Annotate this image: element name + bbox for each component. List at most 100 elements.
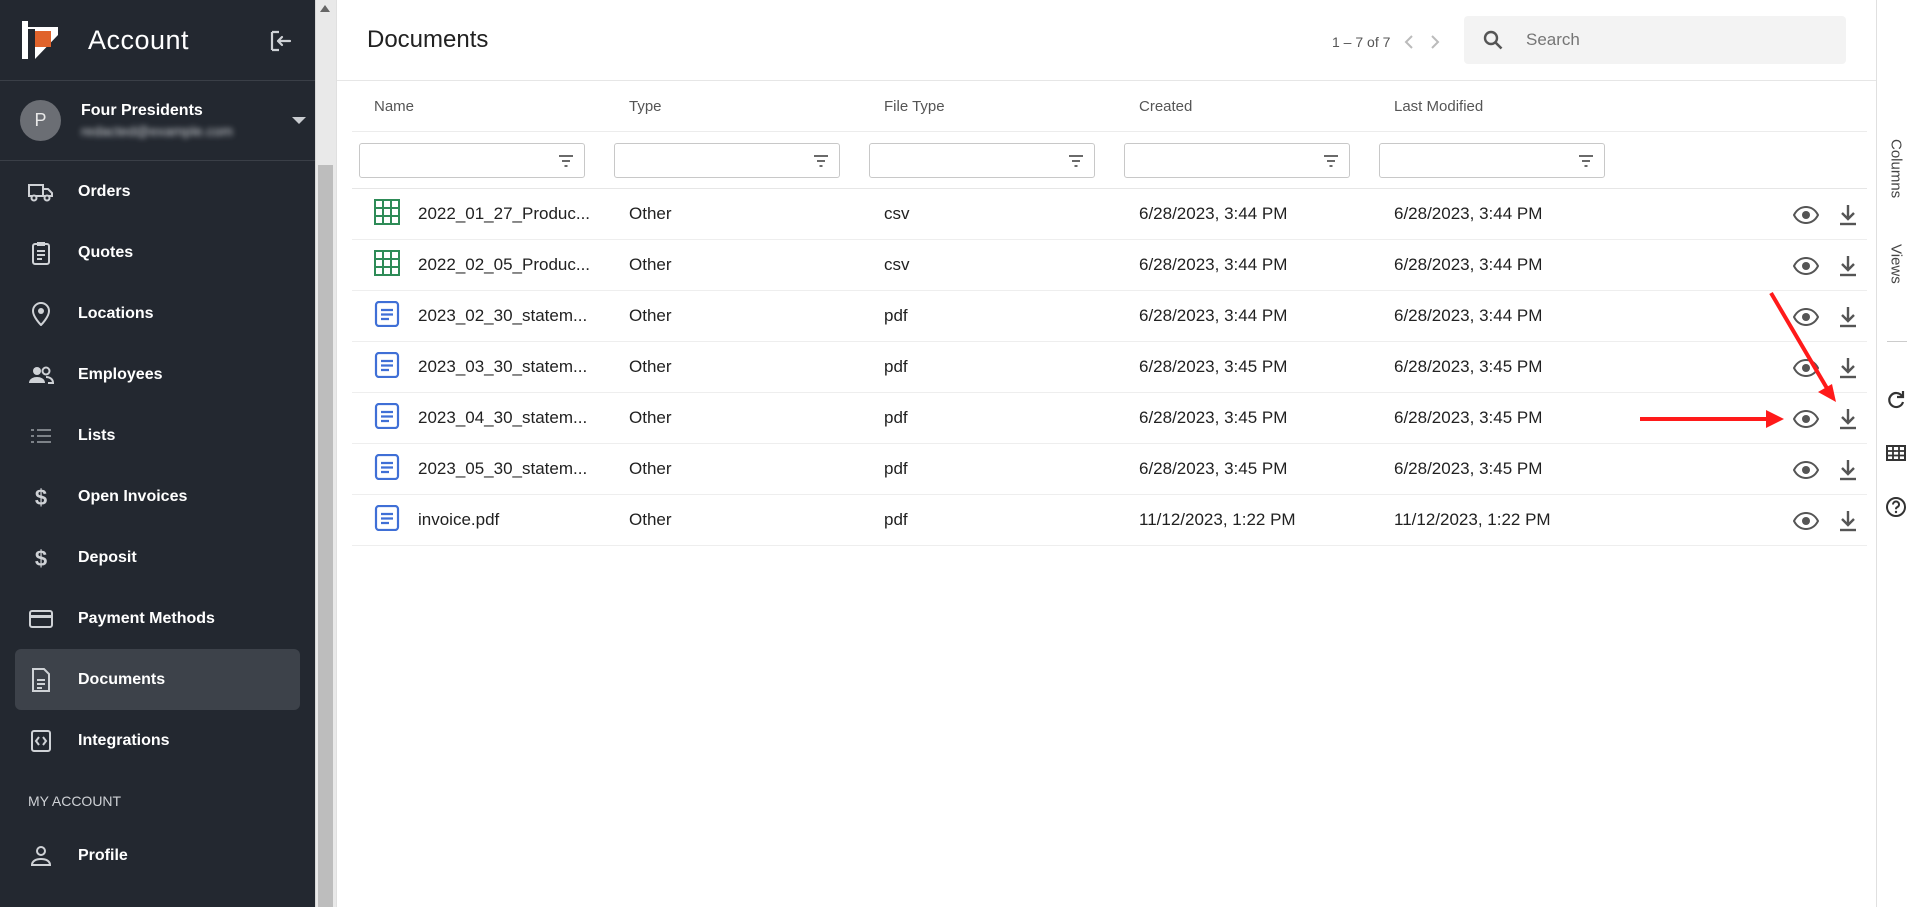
sidebar-item-label: Deposit <box>78 548 137 566</box>
file-name: 2023_05_30_statem... <box>418 459 588 478</box>
sidebar-item-label: Employees <box>78 365 163 383</box>
sidebar-item-label: Locations <box>78 304 154 322</box>
page-header: Documents 1 – 7 of 7 <box>337 0 1876 81</box>
sidebar-item-profile[interactable]: Profile <box>15 825 300 886</box>
chevron-right-icon[interactable] <box>1428 33 1442 51</box>
table-grid-icon[interactable] <box>1885 442 1907 464</box>
tab-views[interactable]: Views <box>1877 240 1914 288</box>
cell-last-modified: 6/28/2023, 3:44 PM <box>1394 306 1543 325</box>
filter-file-type[interactable] <box>869 142 1095 178</box>
view-eye-icon[interactable] <box>1792 201 1820 229</box>
user-name: Four Presidents <box>81 102 203 119</box>
cell-file-type: csv <box>884 204 910 223</box>
download-icon[interactable] <box>1834 303 1862 331</box>
sidebar-item-documents[interactable]: Documents <box>15 649 300 710</box>
scroll-up-arrow-icon[interactable] <box>320 5 330 12</box>
cell-created: 6/28/2023, 3:44 PM <box>1139 255 1288 274</box>
sidebar-item-payment-methods[interactable]: Payment Methods <box>15 588 300 649</box>
filter-icon[interactable] <box>813 154 829 168</box>
column-header-file-type[interactable]: File Type <box>862 98 1117 115</box>
spreadsheet-icon <box>374 249 418 281</box>
file-name: 2023_04_30_statem... <box>418 408 588 427</box>
column-header-last-modified[interactable]: Last Modified <box>1372 98 1627 115</box>
table-row[interactable]: 2023_03_30_statem... Other pdf 6/28/2023, 3… <box>352 342 1867 393</box>
column-header-type[interactable]: Type <box>607 98 862 115</box>
sidebar-scrollbar-thumb[interactable] <box>318 165 333 907</box>
sidebar-item-lists[interactable]: Lists <box>15 405 300 466</box>
view-eye-icon[interactable] <box>1792 456 1820 484</box>
sidebar-item-employees[interactable]: Employees <box>15 344 300 405</box>
download-icon[interactable] <box>1834 405 1862 433</box>
file-name: 2022_01_27_Produc... <box>418 204 591 223</box>
view-eye-icon[interactable] <box>1792 507 1820 535</box>
cell-last-modified: 6/28/2023, 3:45 PM <box>1394 408 1543 427</box>
filter-icon[interactable] <box>1068 154 1084 168</box>
view-eye-icon[interactable] <box>1792 354 1820 382</box>
document-icon <box>374 402 418 434</box>
sidebar-item-quotes[interactable]: Quotes <box>15 222 300 283</box>
user-switcher[interactable]: P Four Presidents redacted@example.com <box>0 81 315 161</box>
table-row[interactable]: invoice.pdf Other pdf 11/12/2023, 1:22 PM 11… <box>352 495 1867 546</box>
filter-last-modified[interactable] <box>1379 142 1605 178</box>
column-header-created[interactable]: Created <box>1117 98 1372 115</box>
right-rail: Columns Views <box>1876 0 1914 907</box>
person-icon <box>28 843 54 869</box>
view-eye-icon[interactable] <box>1792 303 1820 331</box>
cell-name[interactable]: 2023_02_30_statem... <box>352 300 607 332</box>
view-eye-icon[interactable] <box>1792 252 1820 280</box>
search-input[interactable] <box>1526 30 1826 50</box>
cell-file-type: pdf <box>884 357 908 376</box>
cell-name[interactable]: 2023_05_30_statem... <box>352 453 607 485</box>
file-name: 2022_02_05_Produc... <box>418 255 591 274</box>
sidebar-item-label: Quotes <box>78 243 134 261</box>
caret-down-icon[interactable] <box>292 117 306 124</box>
cell-last-modified: 6/28/2023, 3:45 PM <box>1394 459 1543 478</box>
sidebar-item-integrations[interactable]: Integrations <box>15 710 300 771</box>
cell-name[interactable]: invoice.pdf <box>352 504 607 536</box>
table-row[interactable]: 2023_05_30_statem... Other pdf 6/28/2023, 3… <box>352 444 1867 495</box>
app-title: Account <box>88 24 190 55</box>
filter-icon[interactable] <box>558 154 574 168</box>
cell-file-type: pdf <box>884 459 908 478</box>
sidebar-item-label: Open Invoices <box>78 487 188 505</box>
tab-columns[interactable]: Columns <box>1877 130 1914 208</box>
download-icon[interactable] <box>1834 201 1862 229</box>
table-row[interactable]: 2023_04_30_statem... Other pdf 6/28/2023, 3… <box>352 393 1867 444</box>
logo-icon[interactable] <box>22 21 58 59</box>
table-row[interactable]: 2022_01_27_Produc... Other csv 6/28/2023, 3… <box>352 189 1867 240</box>
cell-created: 6/28/2023, 3:45 PM <box>1139 408 1288 427</box>
table-body: 2022_01_27_Produc... Other csv 6/28/2023, 3… <box>352 189 1867 546</box>
filter-icon[interactable] <box>1578 154 1594 168</box>
filter-icon[interactable] <box>1323 154 1339 168</box>
sidebar-item-open-invoices[interactable]: $ Open Invoices <box>15 466 300 527</box>
filter-name[interactable] <box>359 142 585 178</box>
refresh-icon[interactable] <box>1885 389 1907 411</box>
filter-created[interactable] <box>1124 142 1350 178</box>
dollar-icon: $ <box>28 484 54 510</box>
search-box[interactable] <box>1464 16 1846 64</box>
cell-last-modified: 6/28/2023, 3:44 PM <box>1394 255 1543 274</box>
column-header-name[interactable]: Name <box>352 98 607 115</box>
download-icon[interactable] <box>1834 252 1862 280</box>
cell-name[interactable]: 2022_01_27_Produc... <box>352 198 607 230</box>
download-icon[interactable] <box>1834 456 1862 484</box>
document-icon <box>374 504 418 536</box>
help-icon[interactable] <box>1885 496 1907 518</box>
sidebar-item-deposit[interactable]: $ Deposit <box>15 527 300 588</box>
cell-name[interactable]: 2023_03_30_statem... <box>352 351 607 383</box>
download-icon[interactable] <box>1834 507 1862 535</box>
documents-table: Name Type File Type Created Last Modifie… <box>352 82 1867 546</box>
table-row[interactable]: 2022_02_05_Produc... Other csv 6/28/2023, 3… <box>352 240 1867 291</box>
table-row[interactable]: 2023_02_30_statem... Other pdf 6/28/2023, 3… <box>352 291 1867 342</box>
filter-type[interactable] <box>614 142 840 178</box>
chevron-left-icon[interactable] <box>1402 33 1416 51</box>
view-eye-icon[interactable] <box>1792 405 1820 433</box>
svg-text:$: $ <box>35 485 47 509</box>
logout-icon[interactable] <box>268 28 294 54</box>
cell-name[interactable]: 2023_04_30_statem... <box>352 402 607 434</box>
avatar: P <box>20 100 61 141</box>
cell-name[interactable]: 2022_02_05_Produc... <box>352 249 607 281</box>
download-icon[interactable] <box>1834 354 1862 382</box>
sidebar-item-orders[interactable]: Orders <box>15 161 300 222</box>
sidebar-item-locations[interactable]: Locations <box>15 283 300 344</box>
